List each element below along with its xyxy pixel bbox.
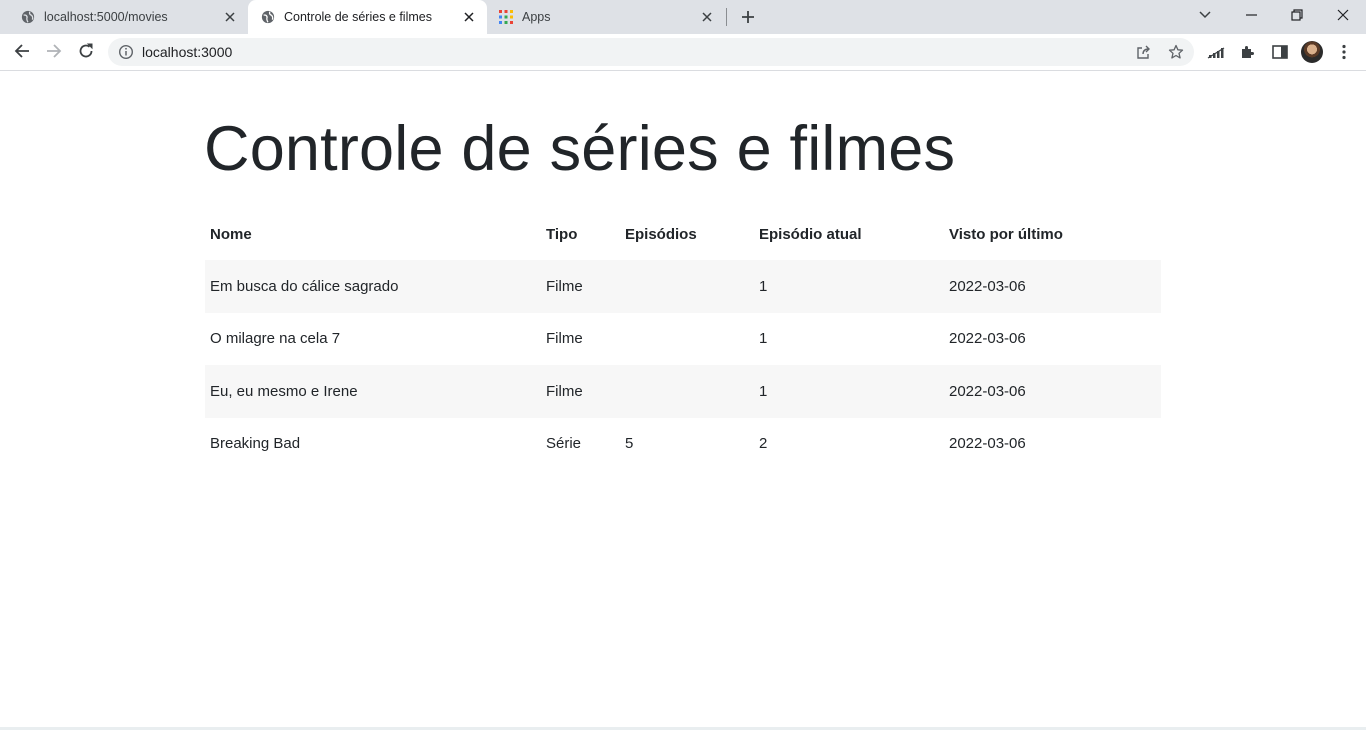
globe-icon	[260, 9, 276, 25]
tab-title: Apps	[522, 10, 551, 24]
close-icon	[1337, 9, 1349, 21]
cell-episodio-atual: 1	[759, 277, 768, 295]
more-menu-icon[interactable]	[1333, 41, 1355, 63]
cell-visto-por-ultimo: 2022-03-06	[949, 435, 1026, 453]
tab-controle[interactable]: Controle de séries e filmes	[248, 0, 487, 34]
minimize-icon	[1245, 14, 1257, 16]
side-panel-icon[interactable]	[1269, 41, 1291, 63]
reload-icon	[79, 43, 93, 58]
share-icon[interactable]	[1134, 42, 1154, 62]
tab-movies[interactable]: localhost:5000/movies	[0, 0, 248, 34]
table-row: O milagre na cela 7 Filme 1 2022-03-06	[205, 313, 1161, 366]
bookmark-star-icon[interactable]	[1166, 42, 1186, 62]
cell-episodio-atual: 1	[759, 382, 768, 400]
cell-nome: Breaking Bad	[210, 435, 301, 453]
reload-button[interactable]	[71, 36, 101, 66]
cell-episodios	[620, 260, 754, 313]
cell-visto-por-ultimo: 2022-03-06	[949, 277, 1026, 295]
url-text[interactable]: localhost:3000	[142, 44, 232, 60]
profile-avatar[interactable]	[1301, 41, 1323, 63]
cell-visto-por-ultimo: 2022-03-06	[949, 330, 1026, 348]
cell-episodio-atual: 2	[759, 435, 768, 453]
back-button[interactable]	[7, 36, 37, 66]
cell-tipo: Filme	[546, 277, 583, 295]
minimize-button[interactable]	[1228, 0, 1274, 30]
tab-search-button[interactable]	[1182, 0, 1228, 30]
close-window-button[interactable]	[1320, 0, 1366, 30]
series-table: Nome Tipo Episódios Episódio atual Visto…	[205, 208, 1161, 470]
globe-icon	[20, 9, 36, 25]
table-row: Breaking Bad Série 5 2 2022-03-06	[205, 418, 1161, 471]
cell-nome: Em busca do cálice sagrado	[210, 277, 399, 295]
column-header-nome: Nome	[210, 225, 252, 243]
address-bar[interactable]: localhost:3000	[108, 38, 1194, 66]
tab-title: Controle de séries e filmes	[284, 10, 432, 24]
column-header-visto-por-ultimo: Visto por último	[949, 225, 1063, 243]
arrow-left-icon	[14, 44, 29, 58]
column-header-episodios: Episódios	[625, 225, 697, 243]
cell-episodios	[620, 365, 754, 418]
browser-toolbar: localhost:3000	[0, 34, 1366, 71]
cell-tipo: Filme	[546, 382, 583, 400]
table-row: Em busca do cálice sagrado Filme 1 2022-…	[205, 260, 1161, 313]
cell-visto-por-ultimo: 2022-03-06	[949, 382, 1026, 400]
column-header-episodio-atual: Episódio atual	[759, 225, 862, 243]
forward-button[interactable]	[39, 36, 69, 66]
tab-separator	[726, 8, 727, 26]
extensions-puzzle-icon[interactable]	[1237, 41, 1259, 63]
column-header-tipo: Tipo	[546, 225, 578, 243]
new-tab-button[interactable]	[737, 6, 759, 28]
apps-grid-icon	[498, 9, 514, 25]
cell-nome: Eu, eu mesmo e Irene	[210, 382, 358, 400]
plus-icon	[742, 11, 754, 23]
cell-tipo: Série	[546, 435, 582, 453]
cell-episodio-atual: 1	[759, 330, 768, 348]
table-header-row: Nome Tipo Episódios Episódio atual Visto…	[205, 208, 1161, 260]
tab-strip: localhost:5000/movies Controle de séries…	[0, 0, 1366, 34]
cell-episodios	[620, 313, 754, 366]
chevron-down-icon	[1199, 11, 1211, 19]
tab-apps[interactable]: Apps	[487, 0, 725, 34]
cell-tipo: Filme	[546, 330, 583, 348]
close-tab-icon[interactable]	[222, 9, 238, 25]
restore-icon	[1291, 9, 1303, 21]
table-row: Eu, eu mesmo e Irene Filme 1 2022-03-06	[205, 365, 1161, 418]
restore-button[interactable]	[1274, 0, 1320, 30]
close-tab-icon[interactable]	[699, 9, 715, 25]
info-icon	[118, 44, 134, 60]
cell-episodios: 5	[625, 435, 634, 453]
arrow-right-icon	[47, 44, 62, 58]
cell-nome: O milagre na cela 7	[210, 330, 341, 348]
page-title: Controle de séries e filmes	[204, 114, 956, 184]
tab-title: localhost:5000/movies	[44, 10, 168, 24]
performance-signal-icon[interactable]	[1205, 41, 1227, 63]
close-tab-icon[interactable]	[461, 9, 477, 25]
